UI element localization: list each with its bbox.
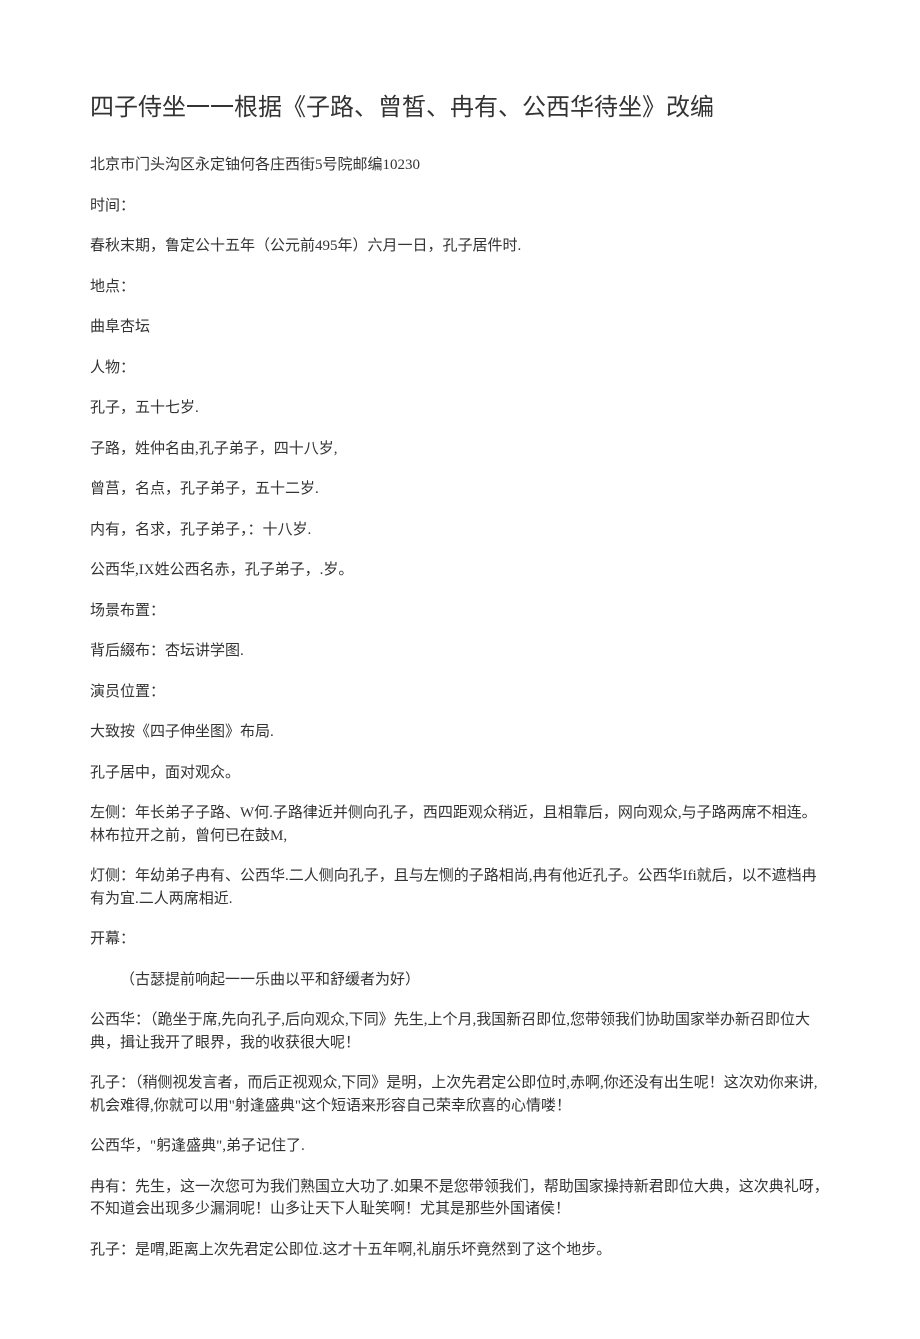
character-3: 曾莒，名点，孔子弟子，五十二岁.	[90, 478, 830, 501]
actor-position-text: 大致按《四子伸坐图》布局.	[90, 721, 830, 744]
dialogue-line-1: 公西华：（跪坐于席,先向孔子,后向观众,下同》先生,上个月,我国新召即位,您带领…	[90, 1009, 830, 1054]
dialogue-line-3: 公西华，"躬逢盛典",弟子记住了.	[90, 1135, 830, 1158]
position-2: 左侧：年长弟子子路、W何.子路律近并侧向孔子，西四距观众稍近，且相靠后，网向观众…	[90, 802, 830, 847]
time-text: 春秋末期，鲁定公十五年（公元前495年）六月一日，孔子居件时.	[90, 235, 830, 258]
place-text: 曲阜杏坛	[90, 316, 830, 339]
characters-label: 人物：	[90, 357, 830, 380]
time-label: 时间：	[90, 195, 830, 218]
character-1: 孔子，五十七岁.	[90, 397, 830, 420]
dialogue-line-4: 冉有：先生，这一次您可为我们熟国立大功了.如果不是您带领我们，帮助国家操持新君即…	[90, 1176, 830, 1221]
position-3: 灯侧：年幼弟子冉有、公西华.二人侧向孔子，且与左恻的子路相尚,冉有他近孔子。公西…	[90, 865, 830, 910]
scene-label: 场景布置：	[90, 600, 830, 623]
character-4: 内有，名求，孔子弟子，：十八岁.	[90, 519, 830, 542]
open-note: （古瑟提前响起一一乐曲以平和舒缓者为好）	[90, 969, 830, 992]
dialogue-line-2: 孔子：（稍侧视发言者，而后正视观众,下同》是明，上次先君定公即位时,赤啊,你还没…	[90, 1072, 830, 1117]
scene-text: 背后綴布：杏坛讲学图.	[90, 640, 830, 663]
open-label: 开幕：	[90, 928, 830, 951]
place-label: 地点：	[90, 276, 830, 299]
document-title: 四子侍坐一一根据《子路、曾皙、冉有、公西华待坐》改编	[90, 90, 830, 126]
character-5: 公西华,IX姓公西名赤，孔子弟子，.岁。	[90, 559, 830, 582]
dialogue-line-5: 孔子：是喟,距离上次先君定公即位.这才十五年啊,礼崩乐坏竟然到了这个地步。	[90, 1239, 830, 1262]
position-1: 孔子居中，面对观众。	[90, 762, 830, 785]
character-2: 子路，姓仲名由,孔子弟子，四十八岁,	[90, 438, 830, 461]
actor-position-label: 演员位置：	[90, 681, 830, 704]
address-line: 北京市门头沟区永定铀何各庄西街5号院邮编10230	[90, 154, 830, 177]
